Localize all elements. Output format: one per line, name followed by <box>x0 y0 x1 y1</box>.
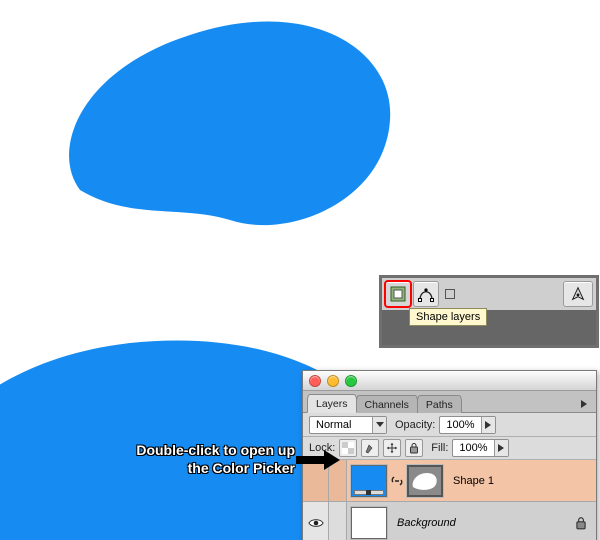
mode-fill-pixels-button[interactable] <box>445 289 455 299</box>
layer-vector-mask-thumbnail[interactable] <box>407 465 443 497</box>
window-zoom-icon[interactable] <box>345 375 357 387</box>
tab-paths[interactable]: Paths <box>417 395 462 413</box>
panel-menu-button[interactable] <box>576 396 592 412</box>
fill-flyout-icon <box>494 440 508 456</box>
mode-shape-layers-button[interactable] <box>385 281 411 307</box>
layer-row-shape1[interactable]: Shape 1 <box>303 460 596 502</box>
window-minimize-icon[interactable] <box>327 375 339 387</box>
lock-position-button[interactable] <box>383 439 401 457</box>
canvas-shape-top <box>60 10 400 250</box>
tooltip-shape-layers: Shape layers <box>409 308 487 326</box>
opacity-field[interactable]: 100% <box>439 416 495 434</box>
mode-paths-button[interactable] <box>413 281 439 307</box>
blend-mode-dropdown[interactable]: Normal <box>309 416 387 434</box>
blend-mode-value: Normal <box>310 419 372 431</box>
link-icon <box>390 474 404 488</box>
fill-label: Fill: <box>431 442 448 454</box>
layer-fill-thumbnail[interactable] <box>351 465 387 497</box>
lock-pixels-button[interactable] <box>361 439 379 457</box>
opacity-flyout-icon <box>481 417 495 433</box>
layer-row-background[interactable]: Background <box>303 502 596 540</box>
tab-layers[interactable]: Layers <box>307 394 357 413</box>
layers-list: Shape 1 Background <box>303 460 596 540</box>
layer-thumbnail[interactable] <box>351 507 387 539</box>
lock-icon <box>574 516 588 530</box>
opacity-value: 100% <box>440 419 480 431</box>
callout-line2: the Color Picker <box>188 460 295 476</box>
layers-panel: Layers Channels Paths Normal Opacity: 10… <box>302 370 597 540</box>
visibility-toggle[interactable] <box>303 502 329 540</box>
pen-tool-options-bar: Shape layers <box>379 275 599 348</box>
fill-field[interactable]: 100% <box>452 439 508 457</box>
pen-tool-dropdown[interactable] <box>563 281 593 307</box>
lock-all-button[interactable] <box>405 439 423 457</box>
callout-arrow-icon <box>296 450 342 470</box>
layer-name[interactable]: Shape 1 <box>447 475 494 487</box>
fill-value: 100% <box>453 442 493 454</box>
window-close-icon[interactable] <box>309 375 321 387</box>
link-cell[interactable] <box>329 502 347 540</box>
callout-line1: Double-click to open up <box>136 442 295 458</box>
opacity-label: Opacity: <box>395 419 435 431</box>
tab-channels[interactable]: Channels <box>356 395 418 413</box>
chevron-down-icon <box>372 417 386 433</box>
panel-titlebar[interactable] <box>303 371 596 391</box>
layer-name[interactable]: Background <box>391 517 456 529</box>
callout-text: Double-click to open up the Color Picker <box>55 442 295 477</box>
